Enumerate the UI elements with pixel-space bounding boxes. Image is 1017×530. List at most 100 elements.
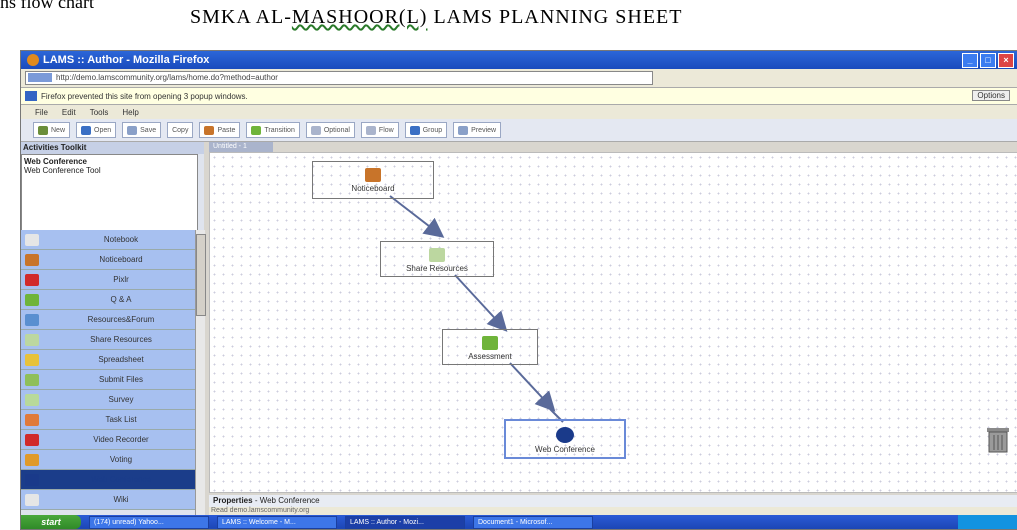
toolkit-item-label: Share Resources (90, 335, 152, 344)
toolkit-item[interactable]: Share Resources (21, 330, 195, 350)
new-icon (38, 125, 48, 135)
toolkit-item[interactable]: Web Conference (21, 470, 195, 490)
menu-tools[interactable]: Tools (90, 108, 109, 117)
save-button[interactable]: Save (122, 122, 162, 138)
toolkit-item[interactable]: Voting (21, 450, 195, 470)
share-resources-icon (25, 333, 39, 346)
page-icon (28, 73, 52, 82)
activity-node-share-resources[interactable]: Share Resources (380, 241, 494, 277)
toolkit-item[interactable]: Q & A (21, 290, 195, 310)
transition-arrow[interactable] (389, 195, 445, 238)
properties-label: Properties (213, 496, 253, 505)
toolkit-list: Notebook Noticeboard Pixlr Q & A Resources&F… (21, 230, 195, 510)
paste-button[interactable]: Paste (199, 122, 241, 138)
notebook-icon (25, 233, 39, 246)
toolkit-item[interactable]: Task List (21, 410, 195, 430)
group-button[interactable]: Group (404, 122, 448, 138)
toolkit-item[interactable]: Noticeboard (21, 250, 195, 270)
popup-notice: Firefox prevented this site from opening… (41, 91, 248, 101)
activity-node-web-conference[interactable]: Web Conference (504, 419, 626, 459)
design-area: Untitled - 1 Noticeboard Share Resources (209, 142, 1017, 517)
start-button[interactable]: start (21, 515, 81, 529)
address-text: http://demo.lamscommunity.org/lams/home.… (56, 73, 278, 82)
menu-file[interactable]: File (35, 108, 48, 117)
copy-button[interactable]: Copy (167, 122, 194, 138)
browser-window: LAMS :: Author - Mozilla Firefox _ □ × h… (20, 50, 1017, 530)
preview-button[interactable]: Preview (453, 122, 502, 138)
optional-label: Optional (323, 126, 350, 134)
toolkit-item-label: Voting (109, 455, 133, 464)
toolkit-item[interactable]: Survey (21, 390, 195, 410)
toolkit-item-label: Video Recorder (93, 435, 149, 444)
toolkit-item[interactable]: Video Recorder (21, 430, 195, 450)
share-resources-icon (429, 248, 445, 262)
maximize-button[interactable]: □ (980, 53, 996, 68)
taskbar-item[interactable]: (174) unread) Yahoo... (89, 515, 209, 529)
heading-part1: SMKA AL- (190, 6, 292, 28)
transition-icon (251, 125, 262, 135)
document-heading-left: ns flow chart (0, 0, 94, 12)
canvas-tab[interactable]: Untitled - 1 (209, 142, 273, 152)
flow-button[interactable]: Flow (360, 122, 399, 138)
activity-node-assessment[interactable]: Assessment (442, 329, 538, 365)
taskbar-item[interactable]: Document1 - Microsof... (473, 515, 593, 529)
voting-icon (25, 453, 39, 466)
transition-button[interactable]: Transition (246, 122, 300, 138)
toolkit-item-label: Noticeboard (99, 255, 143, 264)
toolkit-item-label: Wiki (113, 495, 129, 504)
web-conference-icon (25, 473, 39, 486)
address-input[interactable]: http://demo.lamscommunity.org/lams/home.… (25, 71, 653, 85)
wiki-icon (25, 493, 39, 506)
taskbar-item[interactable]: LAMS :: Welcome - M... (217, 515, 337, 529)
close-button[interactable]: × (998, 53, 1014, 68)
taskbar-item[interactable]: LAMS :: Author - Mozi... (345, 515, 465, 529)
design-canvas[interactable]: Noticeboard Share Resources Assessment W… (209, 152, 1017, 493)
transition-arrow[interactable] (454, 274, 508, 332)
properties-bar[interactable]: Properties - Web Conference (209, 495, 1017, 507)
heading-part2: LAMS PLANNING SHEET (427, 6, 683, 28)
firefox-icon (27, 54, 39, 66)
paste-icon (204, 125, 215, 135)
copy-label: Copy (172, 126, 189, 134)
toolkit-item-label: Notebook (103, 235, 139, 244)
lams-toolbar: New Open Save Copy Paste Transition Opti… (21, 119, 1017, 142)
transition-arrow[interactable] (509, 362, 556, 412)
toolkit-item-label: Q & A (110, 295, 132, 304)
transition-label: Transition (264, 126, 295, 134)
toolkit-scrollbar[interactable] (195, 230, 206, 529)
open-button[interactable]: Open (76, 122, 117, 138)
options-button[interactable]: Options (972, 90, 1010, 101)
menu-edit[interactable]: Edit (62, 108, 76, 117)
menu-help[interactable]: Help (122, 108, 138, 117)
toolkit-item[interactable]: Resources&Forum (21, 310, 195, 330)
save-label: Save (140, 126, 157, 134)
optional-button[interactable]: Optional (305, 122, 355, 138)
activity-node-noticeboard[interactable]: Noticeboard (312, 161, 434, 199)
title-bar: LAMS :: Author - Mozilla Firefox _ □ × (21, 51, 1017, 69)
toolkit-item[interactable]: Notebook (21, 230, 195, 250)
minimize-button[interactable]: _ (962, 53, 978, 68)
scroll-thumb[interactable] (196, 234, 206, 316)
open-label: Open (94, 126, 112, 134)
toolkit-item[interactable]: Submit Files (21, 370, 195, 390)
node-label: Web Conference (535, 445, 595, 454)
toolkit-item-label: Survey (108, 395, 134, 404)
noticeboard-icon (365, 168, 381, 182)
new-button[interactable]: New (33, 122, 71, 138)
optional-icon (310, 125, 321, 135)
save-icon (127, 125, 138, 135)
survey-icon (25, 393, 39, 406)
toolkit-item[interactable]: Spreadsheet (21, 350, 195, 370)
new-label: New (51, 126, 66, 134)
url-bar: http://demo.lamscommunity.org/lams/home.… (21, 69, 1017, 88)
toolkit-item[interactable]: Wiki (21, 490, 195, 510)
paste-label: Paste (217, 126, 236, 134)
toolkit-item[interactable]: Pixlr (21, 270, 195, 290)
document-heading: SMKA AL-MASHOOR(L) LAMS PLANNING SHEET (190, 6, 682, 29)
toolkit-item-label: Web Conference (91, 475, 151, 484)
trash-icon[interactable] (985, 424, 1011, 454)
assessment-icon (482, 336, 498, 350)
popup-info-bar: Firefox prevented this site from opening… (21, 88, 1017, 105)
toolkit-item-label: Spreadsheet (98, 355, 144, 364)
activities-toolkit: Activities Toolkit Web Conference Web Co… (21, 142, 206, 529)
